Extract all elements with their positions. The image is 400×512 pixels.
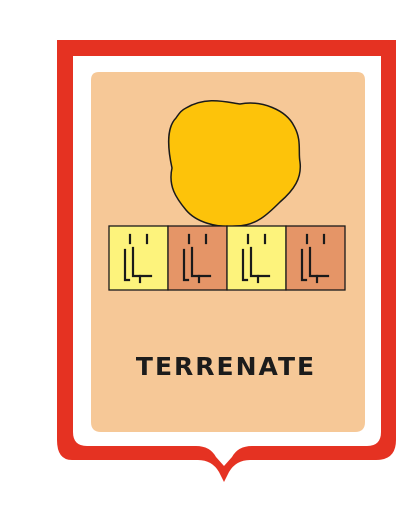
brick-orange-1	[167, 225, 228, 291]
town-name: TERRENATE	[135, 352, 317, 381]
coat-of-arms	[57, 40, 396, 482]
brick-yellow-2	[226, 225, 287, 291]
brick-orange-2	[285, 225, 346, 291]
brick-yellow-1	[108, 225, 169, 291]
